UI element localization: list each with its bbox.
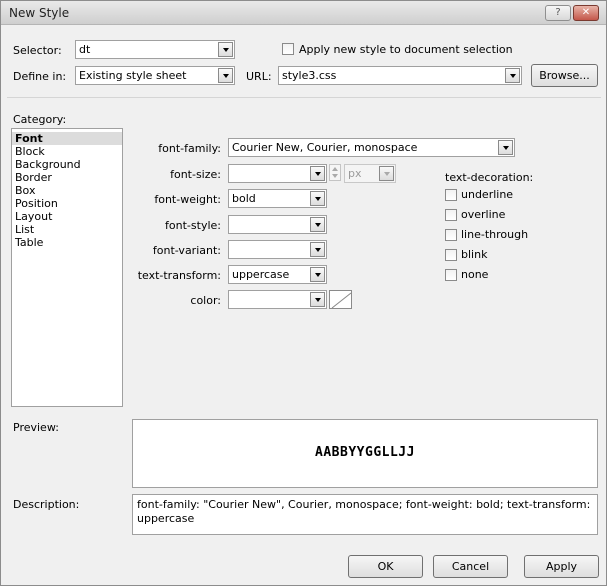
text-transform-select[interactable]: uppercase [228,265,327,284]
url-dropdown-icon[interactable] [505,68,520,83]
selector-value: dt [79,43,91,56]
browse-button[interactable]: Browse... [531,64,598,87]
preview-text: AABBYYGGLLJJ [315,445,415,460]
define-in-select[interactable]: Existing style sheet [75,66,235,85]
font-size-combobox[interactable] [228,164,327,183]
new-style-dialog: New Style ? ✕ Selector: dt Apply new sty… [0,0,607,586]
font-variant-select[interactable] [228,240,327,259]
font-family-combobox[interactable]: Courier New, Courier, monospace [228,138,515,157]
line-through-checkbox[interactable] [445,229,457,241]
font-family-dropdown-icon[interactable] [498,140,513,155]
font-size-unit-select[interactable]: px [344,164,396,183]
font-family-label: font-family: [158,142,221,155]
color-dropdown-icon[interactable] [310,292,325,307]
blink-checkbox[interactable] [445,249,457,261]
underline-checkbox[interactable] [445,189,457,201]
category-item-font[interactable]: Font [12,132,122,145]
font-size-unit-value: px [348,167,362,180]
color-picker-button[interactable] [329,290,352,309]
category-item-position[interactable]: Position [12,197,122,210]
font-style-label: font-style: [165,219,221,232]
text-transform-value: uppercase [232,268,290,281]
selector-dropdown-icon[interactable] [218,42,233,57]
ok-button[interactable]: OK [348,555,423,578]
line-through-label: line-through [461,228,529,241]
unit-dropdown-icon[interactable] [379,166,394,181]
text-transform-dropdown-icon[interactable] [310,267,325,282]
selector-label: Selector: [13,44,62,57]
category-item-box[interactable]: Box [12,184,122,197]
font-weight-select[interactable]: bold [228,189,327,208]
divider [7,97,601,98]
category-item-block[interactable]: Block [12,145,122,158]
none-checkbox[interactable] [445,269,457,281]
color-swatch-icon [331,292,351,308]
title-bar: New Style ? ✕ [1,1,606,25]
none-label: none [461,268,489,281]
cancel-button[interactable]: Cancel [433,555,508,578]
preview-pane: AABBYYGGLLJJ [132,419,598,488]
color-label: color: [190,294,221,307]
category-item-list[interactable]: List [12,223,122,236]
spin-up-icon[interactable] [332,167,338,171]
help-icon: ? [555,7,561,18]
spin-down-icon[interactable] [332,174,338,178]
close-icon: ✕ [581,7,591,18]
apply-button[interactable]: Apply [524,555,599,578]
category-item-table[interactable]: Table [12,236,122,249]
font-size-label: font-size: [170,168,221,181]
define-in-value: Existing style sheet [79,69,187,82]
define-in-dropdown-icon[interactable] [218,68,233,83]
text-decoration-label: text-decoration: [445,171,534,184]
description-text: font-family: "Courier New", Courier, mon… [132,494,598,535]
url-combobox[interactable]: style3.css [278,66,522,85]
apply-to-selection-label: Apply new style to document selection [299,43,513,56]
dialog-title: New Style [9,6,70,20]
font-weight-label: font-weight: [154,193,221,206]
font-weight-dropdown-icon[interactable] [310,191,325,206]
overline-checkbox[interactable] [445,209,457,221]
define-in-label: Define in: [13,70,67,83]
category-label: Category: [13,113,67,126]
preview-label: Preview: [13,421,59,434]
text-transform-label: text-transform: [137,269,221,282]
category-item-background[interactable]: Background [12,158,122,171]
font-family-value: Courier New, Courier, monospace [232,141,418,154]
category-item-layout[interactable]: Layout [12,210,122,223]
url-value: style3.css [282,69,337,82]
close-button[interactable]: ✕ [573,5,599,21]
color-combobox[interactable] [228,290,327,309]
category-item-border[interactable]: Border [12,171,122,184]
underline-label: underline [461,188,514,201]
apply-to-selection-checkbox[interactable] [282,43,294,55]
font-variant-label: font-variant: [152,244,221,257]
blink-label: blink [461,248,488,261]
overline-label: overline [461,208,506,221]
description-label: Description: [13,498,80,511]
font-style-dropdown-icon[interactable] [310,217,325,232]
category-listbox[interactable]: Font Block Background Border Box Positio… [11,128,123,407]
font-variant-dropdown-icon[interactable] [310,242,325,257]
font-style-select[interactable] [228,215,327,234]
url-label: URL: [246,70,272,83]
font-weight-value: bold [232,192,256,205]
selector-combobox[interactable]: dt [75,40,235,59]
font-size-dropdown-icon[interactable] [310,166,325,181]
font-size-spinner[interactable] [329,164,341,181]
help-button[interactable]: ? [545,5,571,21]
